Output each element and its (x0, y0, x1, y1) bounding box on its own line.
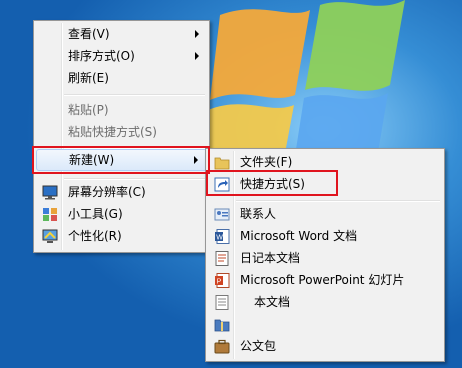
folder-icon (214, 157, 230, 170)
menu-item-paste[interactable]: 粘贴(P) (36, 100, 207, 121)
menu-item-personalize[interactable]: 个性化(R) (36, 226, 207, 247)
briefcase-icon (214, 339, 230, 354)
menu-separator (236, 200, 440, 202)
submenu-item-contact[interactable]: 联系人 (208, 204, 442, 225)
submenu-arrow-icon (195, 30, 199, 38)
text-doc-icon (215, 295, 229, 310)
svg-text:P: P (217, 279, 222, 286)
journal-icon (215, 251, 229, 266)
submenu-arrow-icon (195, 52, 199, 60)
menu-item-view[interactable]: 查看(V) (36, 24, 207, 45)
gadgets-icon (43, 208, 57, 221)
submenu-item-folder[interactable]: 文件夹(F) (208, 152, 442, 173)
menu-item-new[interactable]: 新建(W) (36, 149, 207, 171)
personalize-icon (42, 229, 58, 243)
submenu-item-compressed[interactable] (208, 314, 442, 335)
new-submenu: 文件夹(F) 快捷方式(S) 联系人 W Microsoft Word 文档 日… (205, 148, 445, 362)
submenu-item-powerpoint[interactable]: P Microsoft PowerPoint 幻灯片 (208, 270, 442, 291)
shortcut-icon (214, 177, 230, 192)
menu-item-refresh[interactable]: 刷新(E) (36, 68, 207, 89)
menu-item-gadgets[interactable]: 小工具(G) (36, 204, 207, 225)
menu-item-sort-by[interactable]: 排序方式(O) (36, 46, 207, 67)
zip-folder-icon (214, 319, 230, 332)
menu-separator (64, 178, 205, 180)
submenu-arrow-icon (194, 156, 198, 164)
svg-text:W: W (216, 235, 223, 242)
word-doc-icon: W (215, 229, 230, 244)
menu-item-paste-shortcut[interactable]: 粘贴快捷方式(S) (36, 122, 207, 143)
submenu-item-shortcut[interactable]: 快捷方式(S) (208, 174, 442, 195)
menu-item-screen-resolution[interactable]: 屏幕分辨率(C) (36, 182, 207, 203)
desktop-context-menu: 查看(V) 排序方式(O) 刷新(E) 粘贴(P) 粘贴快捷方式(S) 新建(W… (33, 20, 210, 253)
contact-icon (214, 208, 230, 221)
submenu-item-journal-document[interactable]: 日记本文档 (208, 248, 442, 269)
menu-separator (64, 94, 205, 96)
submenu-item-briefcase[interactable]: 公文包 (208, 336, 442, 357)
monitor-icon (42, 185, 58, 200)
powerpoint-icon: P (215, 273, 230, 288)
submenu-item-text-document[interactable]: 本文档 (208, 292, 442, 313)
submenu-item-word-document[interactable]: W Microsoft Word 文档 (208, 226, 442, 247)
